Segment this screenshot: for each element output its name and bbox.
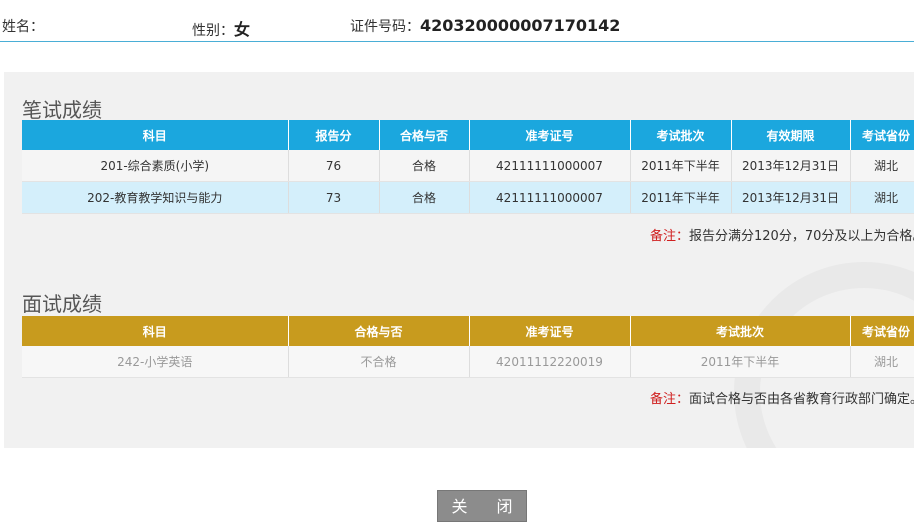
written-header-row: 科目 报告分 合格与否 准考证号 考试批次 有效期限 考试省份 — [22, 120, 914, 150]
interview-scores-table: 科目 合格与否 准考证号 考试批次 考试省份 242-小学英语 不合格 4201… — [22, 316, 914, 378]
written-note-text: 报告分满分120分，70分及以上为合格。 — [689, 229, 914, 244]
col-subject: 科目 — [22, 316, 289, 346]
subject-cell: 242-小学英语 — [22, 346, 289, 378]
written-scores-table: 科目 报告分 合格与否 准考证号 考试批次 有效期限 考试省份 201-综合素质… — [22, 120, 914, 214]
table-row: 242-小学英语 不合格 42011112220019 2011年下半年 湖北 — [22, 346, 914, 378]
results-panel: 笔试成绩 科目 报告分 合格与否 准考证号 考试批次 有效期限 考试省份 201… — [4, 72, 914, 448]
province-cell: 湖北 — [850, 346, 914, 378]
province-cell: 湖北 — [850, 181, 914, 214]
col-subject: 科目 — [22, 120, 289, 150]
table-row: 201-综合素质(小学) 76 合格 42111111000007 2011年下… — [22, 150, 914, 182]
interview-note-text: 面试合格与否由各省教育行政部门确定。 — [689, 392, 914, 407]
batch-cell: 2011年下半年 — [630, 181, 732, 214]
col-pass: 合格与否 — [288, 316, 470, 346]
col-score: 报告分 — [288, 120, 380, 150]
interview-note: 备注：面试合格与否由各省教育行政部门确定。 — [650, 388, 914, 407]
name-label: 姓名： — [2, 19, 44, 35]
written-note: 备注：报告分满分120分，70分及以上为合格。 — [650, 225, 914, 244]
name-field: 姓名： — [2, 16, 44, 36]
col-province: 考试省份 — [850, 316, 914, 346]
gender-field: 性别：女 — [192, 16, 250, 40]
subject-cell: 202-教育教学知识与能力 — [22, 181, 289, 214]
province-cell: 湖北 — [850, 150, 914, 182]
pass-cell: 不合格 — [288, 346, 470, 378]
col-valid: 有效期限 — [731, 120, 851, 150]
batch-cell: 2011年下半年 — [630, 150, 732, 182]
id-value: 420320000007170142 — [420, 16, 621, 35]
pass-cell: 合格 — [379, 150, 470, 182]
col-exam-no: 准考证号 — [469, 316, 631, 346]
header-divider — [0, 41, 914, 42]
score-cell: 76 — [288, 150, 380, 182]
candidate-header: 姓名： 性别：女 证件号码：420320000007170142 — [0, 0, 914, 42]
valid-cell: 2013年12月31日 — [731, 150, 851, 182]
written-note-label: 备注： — [650, 229, 690, 244]
interview-header-row: 科目 合格与否 准考证号 考试批次 考试省份 — [22, 316, 914, 346]
batch-cell: 2011年下半年 — [630, 346, 851, 378]
id-label: 证件号码： — [350, 19, 420, 35]
interview-section-title: 面试成绩 — [22, 292, 102, 316]
exam-no-cell: 42111111000007 — [469, 181, 631, 214]
gender-label: 性别： — [192, 23, 234, 39]
close-button[interactable]: 关 闭 — [437, 490, 527, 522]
interview-note-label: 备注： — [650, 392, 690, 407]
col-batch: 考试批次 — [630, 316, 851, 346]
table-row: 202-教育教学知识与能力 73 合格 42111111000007 2011年… — [22, 181, 914, 214]
col-pass: 合格与否 — [379, 120, 470, 150]
subject-cell: 201-综合素质(小学) — [22, 150, 289, 182]
col-batch: 考试批次 — [630, 120, 732, 150]
valid-cell: 2013年12月31日 — [731, 181, 851, 214]
col-exam-no: 准考证号 — [469, 120, 631, 150]
exam-no-cell: 42111111000007 — [469, 150, 631, 182]
col-province: 考试省份 — [850, 120, 914, 150]
gender-value: 女 — [234, 20, 251, 39]
written-section-title: 笔试成绩 — [22, 98, 102, 122]
score-cell: 73 — [288, 181, 380, 214]
pass-cell: 合格 — [379, 181, 470, 214]
id-field: 证件号码：420320000007170142 — [350, 16, 620, 36]
exam-no-cell: 42011112220019 — [469, 346, 631, 378]
